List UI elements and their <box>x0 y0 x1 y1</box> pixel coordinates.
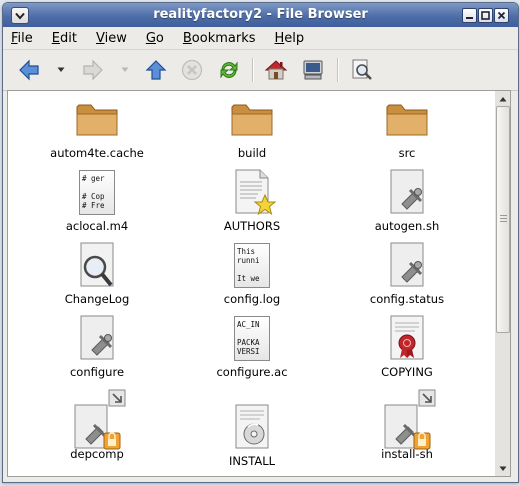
file-name: COPYING <box>381 365 433 379</box>
back-history-dropdown[interactable] <box>55 62 67 78</box>
file-item-config-status[interactable]: config.status <box>337 241 477 306</box>
file-item-autogen-sh[interactable]: autogen.sh <box>337 168 477 233</box>
file-item-build[interactable]: build <box>182 95 322 160</box>
forward-icon <box>83 59 103 81</box>
scroll-down-button[interactable] <box>495 461 510 476</box>
up-button[interactable] <box>142 56 170 84</box>
authors-file-icon <box>235 169 277 216</box>
toolbar <box>3 49 518 91</box>
computer-button[interactable] <box>299 56 327 84</box>
file-item-authors[interactable]: AUTHORS <box>182 168 322 233</box>
file-item-depcomp[interactable]: depcomp <box>27 389 167 461</box>
file-name: configure <box>69 365 125 379</box>
folder-icon <box>386 104 428 136</box>
file-item-configure-ac[interactable]: AC_IN PACKA VERSI configure.ac <box>182 314 322 379</box>
file-name: aclocal.m4 <box>65 219 129 233</box>
window-title: realityfactory2 - File Browser <box>153 7 368 22</box>
menu-bar: File Edit View Go Bookmarks Help <box>3 27 518 49</box>
file-item-install[interactable]: INSTALL <box>182 403 322 468</box>
copying-icon <box>390 315 424 360</box>
file-name: AUTHORS <box>223 219 281 233</box>
chevron-down-icon <box>499 466 506 471</box>
stop-button[interactable] <box>178 56 206 84</box>
scroll-up-button[interactable] <box>495 91 510 106</box>
toolbar-separator <box>337 58 339 82</box>
menu-bookmarks[interactable]: Bookmarks <box>183 31 256 46</box>
script-link-icon <box>384 389 436 450</box>
menu-view[interactable]: View <box>96 31 127 46</box>
menu-help[interactable]: Help <box>275 31 305 46</box>
forward-history-dropdown[interactable] <box>119 62 131 78</box>
reload-button[interactable] <box>215 56 243 84</box>
script-icon <box>390 242 424 287</box>
toolbar-separator <box>252 58 254 82</box>
up-icon <box>145 60 167 80</box>
text-file-icon: # ger # Cop # Fre <box>73 168 121 216</box>
file-item-install-sh[interactable]: install-sh <box>337 389 477 461</box>
close-button[interactable] <box>494 8 509 23</box>
folder-icon <box>231 104 273 136</box>
chevron-up-icon <box>499 96 506 101</box>
file-item-autom4te-cache[interactable]: autom4te.cache <box>27 95 167 160</box>
back-icon <box>19 59 39 81</box>
install-file-icon <box>235 404 269 449</box>
computer-icon <box>303 60 323 80</box>
file-name: config.log <box>223 292 281 306</box>
file-item-aclocal-m4[interactable]: # ger # Cop # Fre aclocal.m4 <box>27 168 167 233</box>
file-item-copying[interactable]: COPYING <box>337 314 477 379</box>
changelog-icon <box>80 242 114 287</box>
script-icon <box>80 315 114 360</box>
reload-icon <box>220 61 238 79</box>
back-button[interactable] <box>15 56 43 84</box>
scroll-thumb[interactable] <box>496 106 510 333</box>
file-item-config-log[interactable]: This runni It we config.log <box>182 241 322 306</box>
chevron-down-icon <box>57 67 65 72</box>
home-icon <box>264 60 288 80</box>
search-icon <box>352 59 372 80</box>
file-name: autogen.sh <box>374 219 440 233</box>
file-name: build <box>237 146 267 160</box>
forward-button[interactable] <box>79 56 107 84</box>
file-browser-window: realityfactory2 - File Browser File Edit… <box>2 2 519 483</box>
file-name: autom4te.cache <box>50 146 144 160</box>
menu-file[interactable]: File <box>11 31 33 46</box>
file-item-configure[interactable]: configure <box>27 314 167 379</box>
file-icon-view[interactable]: autom4te.cache build src # ger # Cop # F… <box>7 90 497 477</box>
text-file-icon: AC_IN PACKA VERSI <box>228 314 276 362</box>
home-button[interactable] <box>262 56 290 84</box>
minimize-button[interactable] <box>462 8 477 23</box>
stop-icon <box>181 59 203 81</box>
file-name: src <box>398 146 416 160</box>
file-name: configure.ac <box>216 365 288 379</box>
title-bar[interactable]: realityfactory2 - File Browser <box>3 3 518 27</box>
maximize-button[interactable] <box>478 8 493 23</box>
menu-go[interactable]: Go <box>146 31 164 46</box>
chevron-down-icon <box>121 67 129 72</box>
text-file-icon: This runni It we <box>228 241 276 289</box>
file-name: config.status <box>369 292 445 306</box>
menu-edit[interactable]: Edit <box>52 31 77 46</box>
minimize-icon <box>466 17 473 19</box>
close-icon <box>497 11 506 20</box>
folder-icon <box>76 104 118 136</box>
file-item-src[interactable]: src <box>337 95 477 160</box>
search-button[interactable] <box>348 56 376 84</box>
file-item-changelog[interactable]: ChangeLog <box>27 241 167 306</box>
script-icon <box>390 169 424 214</box>
file-name: INSTALL <box>228 454 276 468</box>
script-link-icon <box>74 389 126 450</box>
file-name: ChangeLog <box>64 292 130 306</box>
vertical-scrollbar[interactable] <box>495 90 511 477</box>
maximize-icon <box>481 11 490 20</box>
